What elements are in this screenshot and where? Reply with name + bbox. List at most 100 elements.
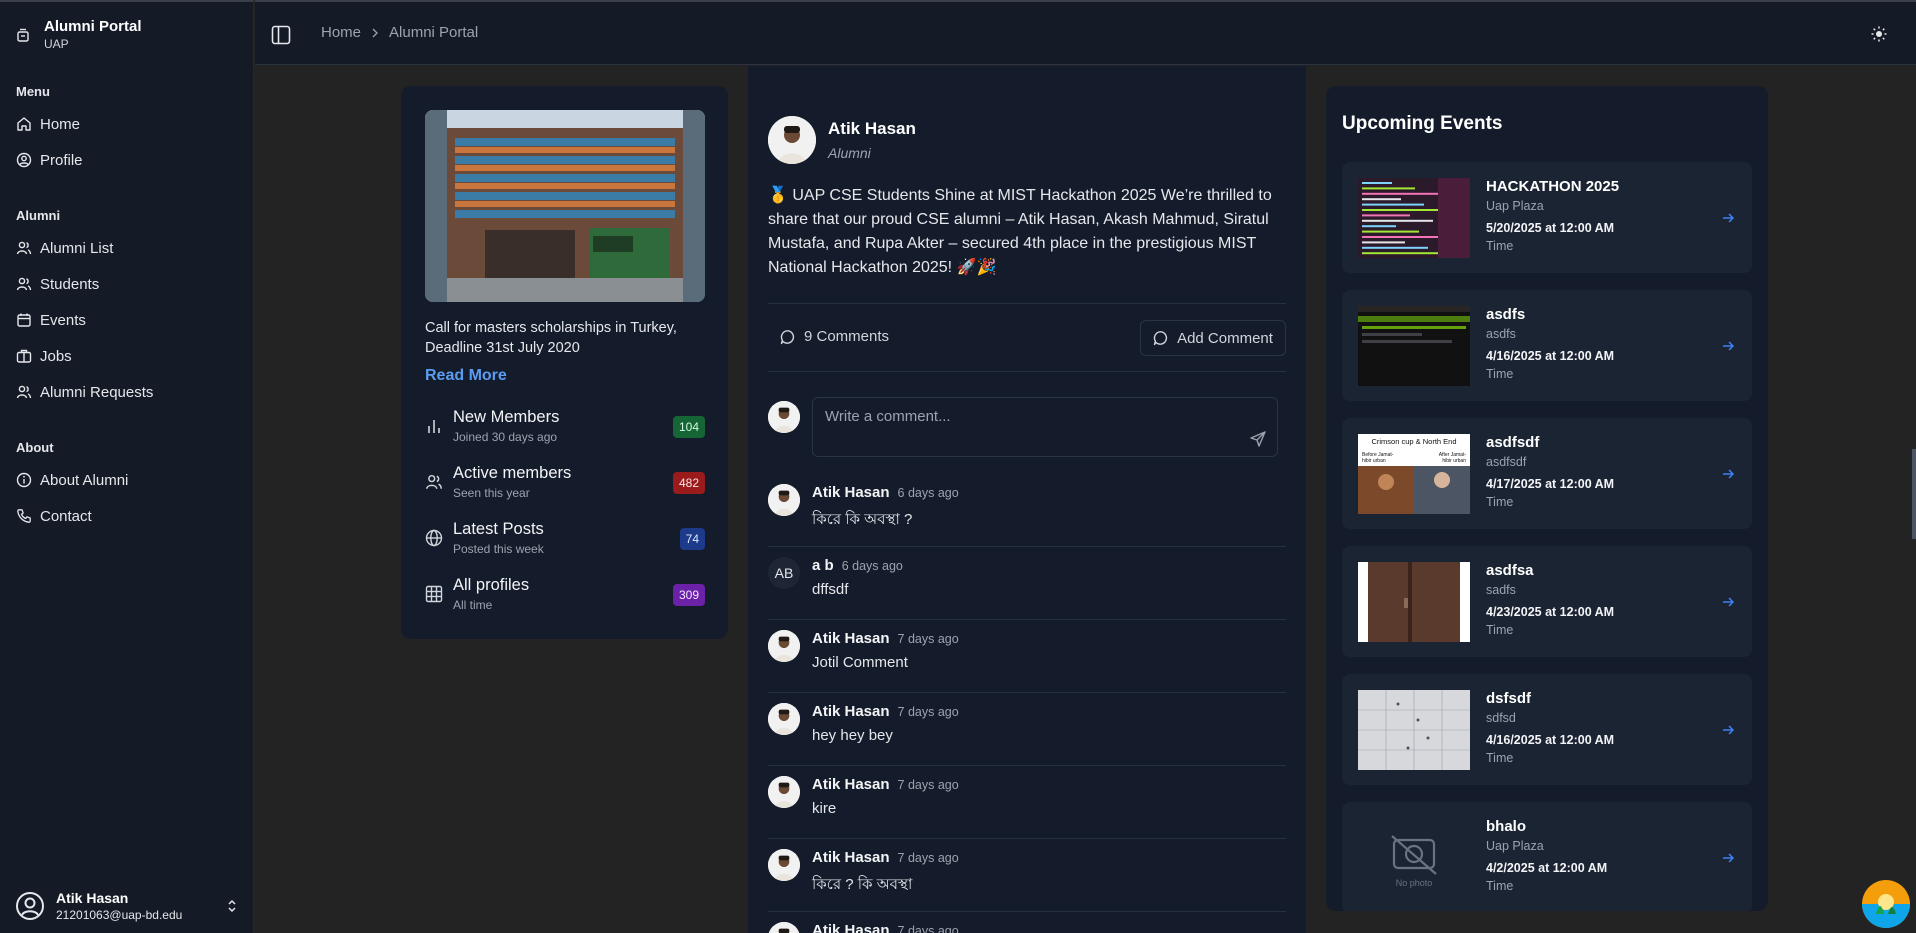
- divider: [768, 546, 1286, 547]
- sidebar-item-home[interactable]: Home: [16, 112, 80, 136]
- sidebar-item-alumni-requests[interactable]: Alumni Requests: [16, 380, 153, 404]
- avatar: [768, 484, 800, 516]
- arrow-right-icon[interactable]: [1720, 338, 1736, 354]
- divider: [768, 765, 1286, 766]
- sidebar-toggle-icon[interactable]: [271, 25, 291, 45]
- sidebar-item-alumni-list[interactable]: Alumni List: [16, 236, 113, 260]
- sidebar: Alumni Portal UAP Menu Home Profile Alum…: [0, 0, 254, 933]
- arrow-right-icon[interactable]: [1720, 594, 1736, 610]
- event-card[interactable]: No photo bhalo Uap Plaza 4/2/2025 at 12:00 …: [1342, 802, 1752, 911]
- divider: [768, 371, 1286, 372]
- event-title: asdfsdf: [1486, 434, 1540, 451]
- comment-time: 7 days ago: [897, 851, 959, 865]
- user-menu[interactable]: Atik Hasan 21201063@uap-bd.edu: [14, 890, 238, 922]
- read-more-link[interactable]: Read More: [425, 367, 507, 385]
- breadcrumb-current: Alumni Portal: [389, 24, 479, 41]
- briefcase-icon: [16, 348, 32, 364]
- event-time-label: Time: [1486, 879, 1514, 893]
- event-location: asdfs: [1486, 327, 1516, 341]
- stat-sub: Seen this year: [453, 486, 530, 500]
- user-circle-icon: [16, 152, 32, 168]
- home-icon: [16, 116, 32, 132]
- user-avatar-icon: [14, 890, 46, 922]
- comment-input[interactable]: Write a comment...: [812, 397, 1278, 457]
- event-location: asdfsdf: [1486, 455, 1527, 469]
- divider: [768, 838, 1286, 839]
- user-email: 21201063@uap-bd.edu: [56, 908, 183, 922]
- theme-toggle-icon[interactable]: [1871, 26, 1887, 42]
- events-title: Upcoming Events: [1342, 113, 1503, 134]
- comment-author[interactable]: Atik Hasan: [812, 630, 890, 647]
- breadcrumb-home[interactable]: Home: [321, 24, 361, 41]
- comment-time: 7 days ago: [897, 924, 959, 933]
- event-thumbnail: [1358, 306, 1470, 386]
- svg-text:hibir urban: hibir urban: [1442, 458, 1466, 464]
- event-card[interactable]: asdfs asdfs 4/16/2025 at 12:00 AM Time: [1342, 290, 1752, 401]
- comment-placeholder: Write a comment...: [825, 408, 951, 425]
- stat-badge: 74: [679, 528, 705, 550]
- chevrons-up-down-icon: [226, 898, 238, 914]
- add-comment-label: Add Comment: [1177, 329, 1273, 347]
- comment-author[interactable]: Atik Hasan: [812, 703, 890, 720]
- post-header: Atik Hasan Alumni: [768, 116, 916, 164]
- event-date: 4/17/2025 at 12:00 AM: [1486, 477, 1615, 491]
- event-title: bhalo: [1486, 818, 1526, 835]
- add-comment-button[interactable]: Add Comment: [1140, 320, 1286, 356]
- arrow-right-icon[interactable]: [1720, 850, 1736, 866]
- sidebar-item-about-alumni[interactable]: About Alumni: [16, 468, 128, 492]
- event-time-label: Time: [1486, 623, 1514, 637]
- post-author-role: Alumni: [828, 145, 871, 161]
- avatar: [768, 703, 800, 735]
- sidebar-item-students[interactable]: Students: [16, 272, 99, 296]
- event-thumbnail: Crimson cup & North End Before Jamat-hibi…: [1358, 434, 1470, 514]
- post-author[interactable]: Atik Hasan: [828, 119, 916, 139]
- sidebar-item-label: Contact: [40, 507, 92, 525]
- event-time-label: Time: [1486, 495, 1514, 509]
- event-location: Uap Plaza: [1486, 199, 1544, 213]
- comment-author[interactable]: Atik Hasan: [812, 849, 890, 866]
- info-icon: [16, 472, 32, 488]
- event-title: asdfsa: [1486, 562, 1534, 579]
- sidebar-item-profile[interactable]: Profile: [16, 148, 83, 172]
- comment-author[interactable]: Atik Hasan: [812, 776, 890, 793]
- sidebar-item-events[interactable]: Events: [16, 308, 86, 332]
- grid-icon: [425, 585, 443, 603]
- comments-count-button[interactable]: 9 Comments: [780, 328, 889, 345]
- avatar: [768, 922, 800, 933]
- arrow-right-icon[interactable]: [1720, 466, 1736, 482]
- brand[interactable]: Alumni Portal UAP: [16, 18, 142, 51]
- stat-sub: Posted this week: [453, 542, 544, 556]
- stat-all-profiles: All profiles All time 309: [425, 574, 705, 614]
- avatar[interactable]: [768, 116, 816, 164]
- svg-text:No photo: No photo: [1396, 878, 1433, 888]
- event-date: 4/16/2025 at 12:00 AM: [1486, 733, 1615, 747]
- comment-author[interactable]: Atik Hasan: [812, 922, 890, 933]
- divider: [768, 619, 1286, 620]
- comment-author[interactable]: a b: [812, 557, 834, 574]
- globe-icon: [425, 529, 443, 547]
- event-card[interactable]: HACKATHON 2025 Uap Plaza 5/20/2025 at 12:0…: [1342, 162, 1752, 273]
- event-card[interactable]: Crimson cup & North End Before Jamat-hibi…: [1342, 418, 1752, 529]
- event-time-label: Time: [1486, 751, 1514, 765]
- comment-time: 6 days ago: [841, 559, 903, 573]
- avatar: AB: [768, 557, 800, 589]
- arrow-right-icon[interactable]: [1720, 722, 1736, 738]
- avatar: [768, 776, 800, 808]
- event-location: sdfsd: [1486, 711, 1516, 725]
- sidebar-item-contact[interactable]: Contact: [16, 504, 92, 528]
- comment-author[interactable]: Atik Hasan: [812, 484, 890, 501]
- event-card[interactable]: dsfsdf sdfsd 4/16/2025 at 12:00 AM Time: [1342, 674, 1752, 785]
- arrow-right-icon[interactable]: [1720, 210, 1736, 226]
- scrollbar[interactable]: [1912, 449, 1916, 539]
- send-icon[interactable]: [1249, 430, 1267, 448]
- menu-section-label: Menu: [16, 84, 50, 99]
- top-bar: [255, 0, 1916, 65]
- assistant-launcher-button[interactable]: [1862, 880, 1910, 928]
- sidebar-item-jobs[interactable]: Jobs: [16, 344, 72, 368]
- comment-text: dffsdf: [812, 581, 849, 598]
- stat-sub: Joined 30 days ago: [453, 430, 558, 444]
- comment-time: 6 days ago: [897, 486, 959, 500]
- breadcrumb: Home Alumni Portal: [321, 24, 478, 41]
- stat-active-members: Active members Seen this year 482: [425, 462, 705, 502]
- event-card[interactable]: asdfsa sadfs 4/23/2025 at 12:00 AM Time: [1342, 546, 1752, 657]
